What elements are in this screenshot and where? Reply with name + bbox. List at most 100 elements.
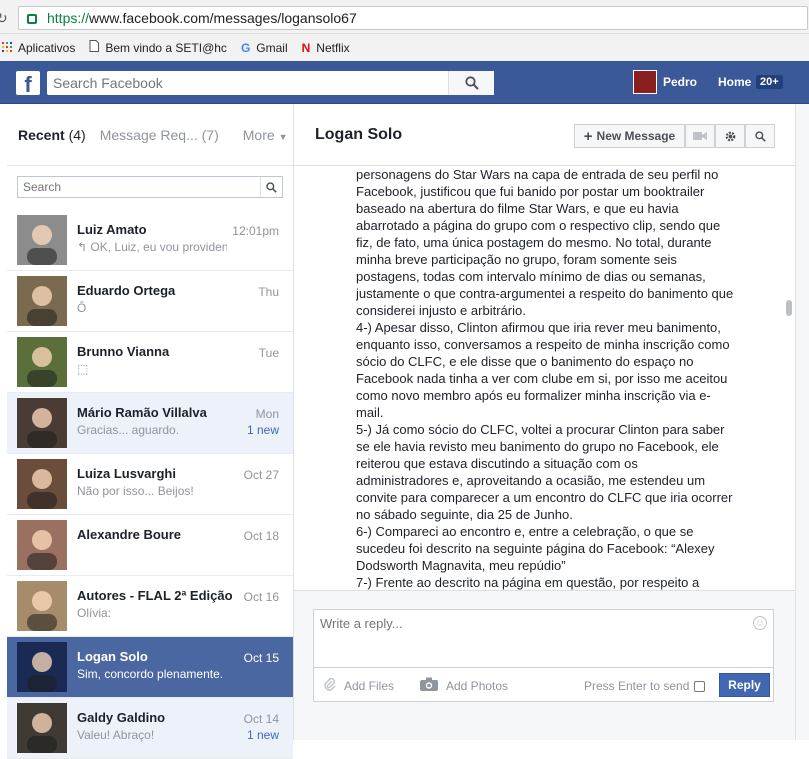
new-message-button[interactable]: + New Message	[574, 124, 685, 148]
profile-link[interactable]: Pedro	[663, 75, 697, 89]
conversation-name: Autores - FLAL 2ª Edição	[77, 588, 233, 603]
avatar	[17, 703, 67, 753]
conversation-time: Oct 18	[243, 529, 279, 543]
message-line: postagens, todas com intervalo mínimo de…	[356, 269, 706, 284]
conversation-name: Luiza Lusvarghi	[77, 466, 176, 481]
browser-address-bar: ↻ https:// www.facebook.com/messages/log…	[0, 0, 809, 34]
message-line: sucedeu foi descrito na seguinte página …	[356, 541, 715, 556]
facebook-logo[interactable]: f	[16, 71, 40, 95]
bookmark-apps[interactable]: Aplicativos	[2, 41, 75, 55]
conversation-item[interactable]: Autores - FLAL 2ª Edição Olívia: Oct 16	[7, 576, 293, 637]
conversation-time: Oct 14	[243, 712, 279, 726]
reply-button[interactable]: Reply	[719, 673, 770, 697]
home-count-badge: 20+	[756, 75, 783, 89]
avatar	[17, 398, 67, 448]
bookmark-label: Bem vindo a SETI@hc	[105, 40, 227, 55]
conversation-item[interactable]: Luiz Amato ↰ OK, Luiz, eu vou providen...…	[7, 210, 293, 271]
search-conversation-button[interactable]	[745, 124, 775, 148]
add-files-label: Add Files	[344, 678, 395, 693]
reply-input[interactable]	[314, 610, 773, 667]
url-field[interactable]: https:// www.facebook.com/messages/logan…	[18, 6, 808, 30]
reply-toolbar: Add Files Add Photos Press Enter to send…	[313, 668, 774, 702]
emoji-icon[interactable]: ☺	[753, 616, 767, 630]
message-line: Facebook, justificou que fui banido por …	[356, 184, 705, 199]
url-scheme: https://	[47, 10, 90, 26]
bookmarks-bar: Aplicativos Bem vindo a SETI@hc G Gmail …	[0, 34, 809, 61]
press-enter-checkbox[interactable]	[694, 680, 706, 692]
bookmark-label: Gmail	[256, 40, 288, 55]
message-line: reiterou que estava discutindo a situaçã…	[356, 456, 638, 471]
tab-recent[interactable]: Recent (4)	[18, 127, 86, 143]
google-g-icon: G	[240, 40, 251, 55]
page-scrollbar[interactable]	[795, 104, 809, 740]
message-line: no sábado seguinte, dia 25 de Junho.	[356, 507, 573, 522]
conversation-name: Mário Ramão Villalva	[77, 405, 207, 420]
conversation-item[interactable]: Luiza Lusvarghi Não por isso... Beijos! Oc…	[7, 454, 293, 515]
tab-message-requests[interactable]: Message Req... (7)	[100, 127, 219, 143]
settings-button[interactable]	[715, 124, 745, 148]
video-call-button[interactable]	[685, 124, 715, 148]
facebook-top-bar: f Pedro Home 20+	[0, 61, 809, 104]
reply-box: ☺	[313, 609, 774, 668]
tab-more[interactable]: More ▼	[243, 127, 288, 143]
avatar[interactable]	[633, 70, 657, 94]
bookmark-seti[interactable]: Bem vindo a SETI@hc	[89, 40, 227, 55]
reply-composer: ☺ Add Files Add Photos Press Enter to se…	[294, 590, 795, 740]
conversation-preview: ⬚	[77, 362, 89, 376]
message-line: justamente o que contra-argumentei a res…	[356, 286, 734, 301]
conversation-name: Alexandre Boure	[77, 527, 182, 542]
message-line: considerei injusto e arbitrário.	[356, 303, 526, 318]
conversation-item[interactable]: Galdy Galdino Valeu! Abraço! Oct 14 1 new	[7, 698, 293, 759]
new-message-label: New Message	[596, 129, 676, 143]
reload-icon[interactable]: ↻	[0, 10, 8, 27]
bookmark-netflix[interactable]: N Netflix	[302, 41, 350, 55]
netflix-n-icon: N	[301, 40, 311, 55]
conversation-item[interactable]: Logan Solo Sim, concordo plenamente. Oct 1…	[7, 637, 293, 698]
message-line: 5-) Já como sócio do CLFC, voltei a proc…	[356, 422, 725, 437]
url-path: www.facebook.com/messages/logansolo67	[89, 10, 357, 26]
home-link[interactable]: Home	[718, 75, 751, 89]
lock-icon	[27, 14, 37, 24]
conversation-sidebar: Recent (4) Message Req... (7) More ▼ Lui…	[7, 104, 294, 759]
chevron-down-icon: ▼	[278, 131, 288, 142]
scrollbar-thumb[interactable]	[786, 300, 792, 316]
message-line: baseado na abertura do filme Star Wars, …	[356, 201, 679, 216]
bookmark-gmail[interactable]: G Gmail	[241, 41, 288, 55]
message-line: 4-) Apesar disso, Clinton afirmou que ir…	[356, 320, 721, 335]
tab-recent-count: (4)	[68, 126, 86, 143]
facebook-search	[47, 71, 494, 95]
facebook-search-input[interactable]	[47, 72, 447, 94]
inbox-tabs: Recent (4) Message Req... (7) More ▼	[7, 104, 293, 166]
message-search	[17, 176, 283, 198]
thread-title: Logan Solo	[315, 126, 403, 143]
message-line: mail.	[356, 405, 384, 420]
avatar	[17, 520, 67, 570]
avatar	[17, 337, 67, 387]
message-search-input[interactable]	[18, 177, 258, 197]
message-line: convite para comparecer a um encontro do…	[356, 490, 733, 505]
message-line: Dodsworth Magnavita, meu repúdio”	[356, 558, 566, 573]
thread-scrollbar[interactable]	[784, 166, 795, 590]
camera-icon	[420, 677, 438, 694]
add-photos-label: Add Photos	[446, 678, 509, 693]
paperclip-icon	[324, 677, 336, 694]
press-enter-toggle[interactable]: Press Enter to send	[584, 679, 706, 693]
plus-icon: +	[583, 127, 593, 145]
conversation-item[interactable]: Mário Ramão Villalva Gracias... aguardo. M…	[7, 393, 293, 454]
message-line: 7-) Frente ao descrito na página em ques…	[356, 575, 700, 590]
message-line: abarrotado a página do grupo com o respe…	[356, 218, 721, 233]
message-line: fiz, de fato, uma única postagem do mesm…	[356, 235, 712, 250]
search-button[interactable]	[448, 71, 494, 95]
conversation-preview: Sim, concordo plenamente.	[77, 667, 224, 681]
message-line: Facebook nada tinha a ver com clube em s…	[356, 371, 728, 386]
message-line: se ele havia revisto meu banimento do gr…	[356, 439, 719, 454]
tab-recent-label: Recent	[18, 126, 65, 143]
video-camera-icon	[693, 132, 707, 140]
conversation-item[interactable]: Brunno Vianna ⬚ Tue	[7, 332, 293, 393]
conversation-item[interactable]: Alexandre Boure Oct 18	[7, 515, 293, 576]
search-icon[interactable]	[260, 177, 282, 197]
conversation-item[interactable]: Eduardo Ortega Ô Thu	[7, 271, 293, 332]
conversation-time: Mon	[255, 407, 279, 421]
add-files-button[interactable]: Add Files	[324, 677, 394, 694]
add-photos-button[interactable]: Add Photos	[420, 677, 508, 694]
